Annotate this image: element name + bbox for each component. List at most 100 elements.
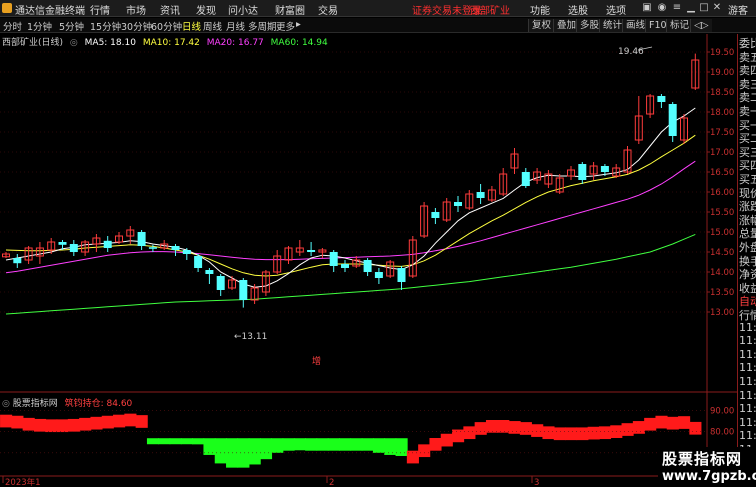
candle-body-down bbox=[205, 270, 214, 274]
ma60-label: MA60: 14.94 bbox=[270, 38, 328, 48]
price-tick-label: 19.00 bbox=[710, 68, 734, 78]
legend-toggle-icon[interactable]: ◎ bbox=[70, 38, 78, 48]
indicator-bar-red bbox=[67, 418, 80, 432]
indicator-bar-green bbox=[361, 438, 374, 451]
indicator-bar-red bbox=[124, 413, 137, 427]
indicator-bar-green bbox=[339, 438, 352, 451]
candle-body-down bbox=[13, 258, 22, 264]
indicator-bar-red bbox=[429, 438, 442, 451]
chart-grid bbox=[0, 51, 707, 313]
indicator-bar-red bbox=[678, 416, 691, 429]
candle-body-down bbox=[182, 250, 191, 254]
indicator-bars bbox=[0, 413, 702, 468]
price-tick-label: 17.00 bbox=[710, 148, 734, 158]
indicator-bar-red bbox=[45, 419, 58, 433]
time-tick-label: 3 bbox=[534, 478, 539, 487]
indicator-bar-red bbox=[485, 420, 499, 433]
zeng-marker: 增 bbox=[312, 355, 321, 367]
indicator-bar-green bbox=[271, 438, 284, 453]
side-item: 11:29 bbox=[739, 429, 756, 443]
candle-body-down bbox=[329, 252, 338, 266]
high-price-label: 19.46 bbox=[618, 47, 644, 57]
candle-body-down bbox=[578, 164, 587, 180]
side-item: 11:29 bbox=[739, 347, 756, 361]
indicator-bar-red bbox=[11, 415, 24, 429]
time-tick-label: 2 bbox=[329, 478, 334, 487]
time-axis: 2023年1 2 3 bbox=[2, 476, 539, 487]
price-tick-label: 19.50 bbox=[710, 48, 734, 58]
ma5-line bbox=[5, 107, 696, 288]
candle-body-down bbox=[454, 202, 462, 206]
indicator-bar-green bbox=[180, 438, 193, 445]
indicator-bar-green bbox=[237, 438, 250, 468]
indicator-bar-green bbox=[384, 438, 397, 455]
candle-body-down bbox=[216, 276, 225, 290]
side-item: 11:29 bbox=[739, 415, 756, 429]
indicator-bar-red bbox=[565, 427, 578, 441]
candle-body-down bbox=[137, 232, 146, 246]
kline-chart[interactable]: 19.50 19.00 18.50 18.00 17.50 17.00 16.50 16.00… bbox=[0, 0, 737, 487]
indicator-bar-green bbox=[305, 438, 318, 451]
indicator-bar-green bbox=[158, 438, 171, 445]
time-tick-label: 2023年1 bbox=[5, 477, 41, 487]
price-tick-label: 15.50 bbox=[710, 208, 734, 218]
indicator-bar-red bbox=[79, 417, 92, 431]
indicator-bar-green bbox=[169, 438, 182, 445]
candle-body-down bbox=[600, 166, 609, 172]
price-tick-label: 16.00 bbox=[710, 188, 734, 198]
watermark-url: www.7gpzb.com bbox=[662, 469, 756, 484]
candle-body-down bbox=[341, 264, 349, 268]
indicator-bar-red bbox=[508, 421, 521, 434]
indicator-bar-red bbox=[553, 427, 566, 441]
candle-body-down bbox=[476, 192, 485, 198]
side-item: 11:29 bbox=[739, 402, 756, 416]
indicator-toggle-icon[interactable]: ◎ bbox=[2, 399, 10, 409]
indicator-bar-red bbox=[655, 415, 668, 429]
candle-body-down bbox=[69, 244, 78, 252]
candle-body-down bbox=[431, 212, 440, 218]
indicator-bar-red bbox=[621, 423, 634, 436]
indicator-bar-green bbox=[395, 438, 408, 456]
indicator-bar-green bbox=[259, 438, 273, 460]
price-tick-label: 13.00 bbox=[710, 308, 734, 318]
indicator-bar-red bbox=[90, 416, 103, 430]
side-item: 11:29 bbox=[739, 388, 756, 402]
indicator-bar-red bbox=[666, 416, 679, 430]
price-tick-label: 18.00 bbox=[710, 108, 734, 118]
price-tick-label: 13.50 bbox=[710, 288, 734, 298]
indicator-bar-green bbox=[350, 438, 363, 451]
price-tick-label: 14.50 bbox=[710, 248, 734, 258]
candle-body-down bbox=[194, 256, 203, 268]
candle-body-down bbox=[171, 246, 180, 250]
candle-body-down bbox=[307, 250, 316, 252]
indicator-bar-red bbox=[135, 415, 148, 428]
indicator-bar-green bbox=[327, 438, 340, 451]
indicator-value: 筑钧持仓: 84.60 bbox=[64, 399, 133, 409]
price-tick-label: 16.50 bbox=[710, 168, 734, 178]
candle-body-down bbox=[363, 260, 372, 272]
indicator-bar-red bbox=[598, 426, 612, 440]
indicator-bar-green bbox=[248, 438, 261, 465]
indicator-bar-red bbox=[644, 417, 657, 431]
candle-body-down bbox=[103, 240, 112, 248]
indicator-bar-red bbox=[101, 415, 114, 429]
price-tick-label: 18.50 bbox=[710, 88, 734, 98]
price-tick-label: 17.50 bbox=[710, 128, 734, 138]
indicator-bar-green bbox=[146, 438, 160, 445]
indicator-bar-red bbox=[452, 429, 465, 443]
indicator-bar-green bbox=[316, 438, 329, 451]
candle-body-down bbox=[374, 272, 383, 278]
indicator-bar-red bbox=[519, 422, 532, 435]
indicator-bar-red bbox=[531, 424, 544, 437]
side-item: 11:29 bbox=[739, 361, 756, 375]
candle-body-down bbox=[657, 96, 666, 102]
candle-body-down bbox=[521, 172, 530, 186]
candle-body-down bbox=[668, 104, 677, 136]
indicator-name[interactable]: 股票指标网 bbox=[13, 399, 58, 409]
indicator-tick-label: 80.00 bbox=[710, 428, 734, 438]
indicator-bar-red bbox=[463, 426, 476, 440]
watermark: 股票指标网 www.7gpzb.com bbox=[658, 447, 756, 487]
indicator-bar-red bbox=[576, 427, 589, 441]
indicator-bar-red bbox=[497, 420, 510, 433]
side-item: 11:29 bbox=[739, 334, 756, 348]
